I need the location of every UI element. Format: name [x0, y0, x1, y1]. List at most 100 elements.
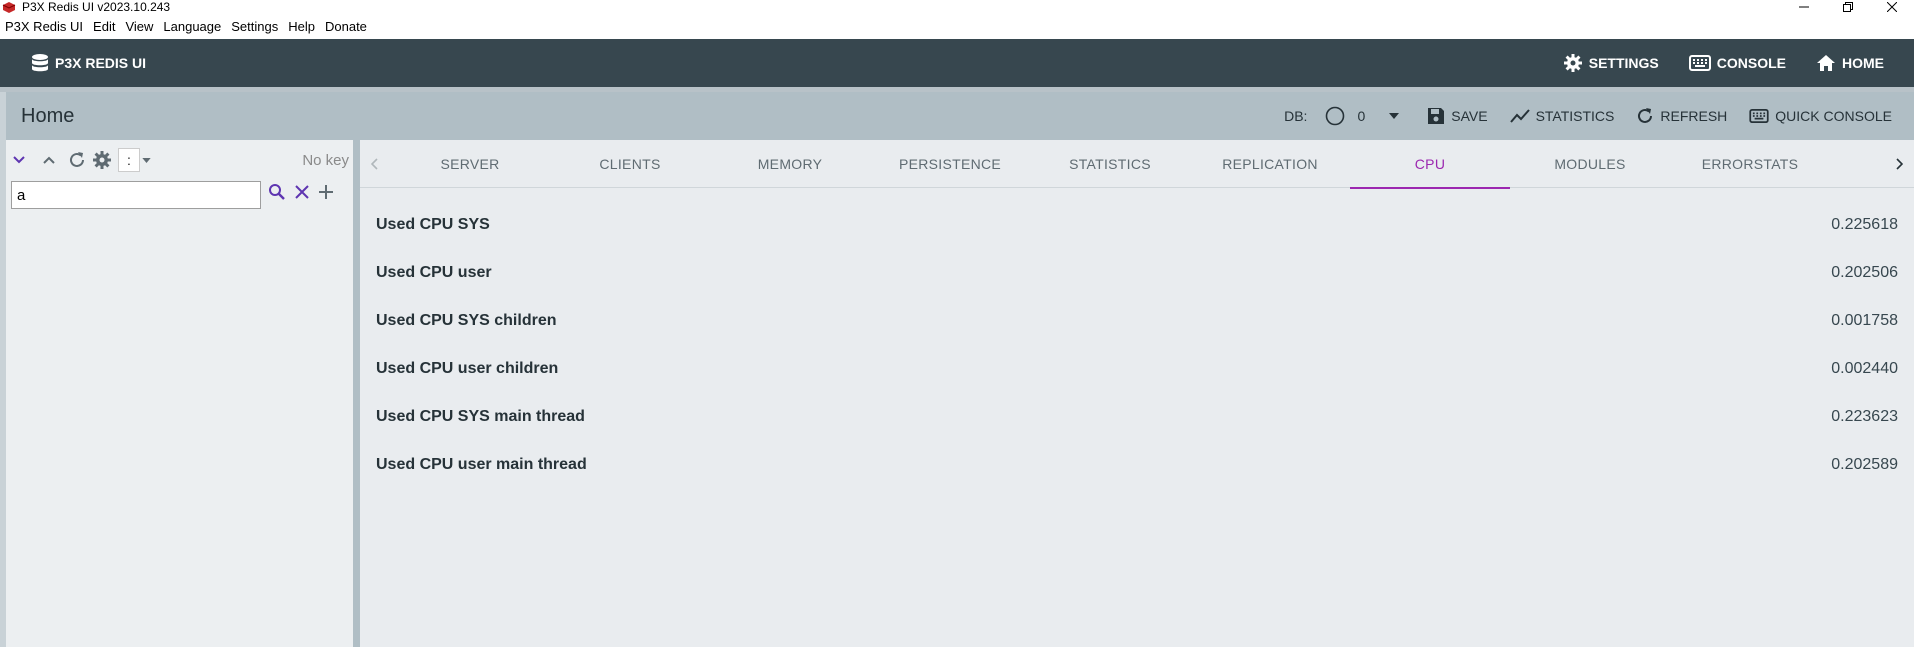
list-item: Used CPU SYS 0.225618: [376, 201, 1898, 249]
info-panel: SERVER CLIENTS MEMORY PERSISTENCE STATIS…: [360, 140, 1914, 647]
keyboard-icon: [1749, 109, 1769, 123]
gear-icon: [93, 151, 111, 169]
search-actions: [268, 183, 342, 201]
cpu-value: 0.202506: [1831, 264, 1898, 281]
close-window-button[interactable]: [1870, 0, 1914, 14]
key-tree-panel: : No key: [6, 140, 353, 647]
home-label: HOME: [1842, 55, 1884, 71]
menu-app[interactable]: P3X Redis UI: [0, 16, 88, 38]
brand[interactable]: P3X REDIS UI: [31, 53, 146, 73]
app-logo-icon: [2, 2, 16, 13]
collapse-all-button[interactable]: [42, 153, 56, 167]
window-titlebar: P3X Redis UI v2023.10.243: [0, 0, 1914, 14]
chart-line-icon: [1509, 109, 1530, 123]
cpu-value: 0.002440: [1831, 360, 1898, 377]
refresh-button[interactable]: REFRESH: [1636, 107, 1727, 125]
cpu-label: Used CPU SYS: [376, 216, 490, 233]
toolbar-actions: SETTINGS CONSOLE HOME: [1563, 39, 1914, 87]
minimize-button[interactable]: [1782, 0, 1826, 14]
clear-search-button[interactable]: [294, 184, 310, 200]
panel-splitter[interactable]: [353, 140, 360, 647]
refresh-label: REFRESH: [1660, 108, 1728, 124]
restore-icon: [1843, 2, 1853, 12]
separator-select[interactable]: :: [118, 148, 140, 172]
keyboard-icon: [1688, 55, 1711, 71]
page-title: Home: [21, 104, 75, 127]
save-icon: [1428, 108, 1445, 124]
add-key-button[interactable]: [318, 184, 334, 200]
window-title: P3X Redis UI v2023.10.243: [22, 0, 171, 14]
expand-all-button[interactable]: [12, 153, 26, 167]
menu-language[interactable]: Language: [158, 16, 226, 38]
window-controls: [1782, 0, 1914, 14]
tree-settings-button[interactable]: [92, 150, 112, 170]
statistics-button[interactable]: STATISTICS: [1509, 108, 1615, 124]
restore-button[interactable]: [1826, 0, 1870, 14]
settings-label: SETTINGS: [1588, 55, 1659, 71]
menu-edit[interactable]: Edit: [88, 16, 120, 38]
db-value: 0: [1357, 108, 1366, 124]
list-item: Used CPU user main thread 0.202589: [376, 441, 1898, 489]
menu-settings[interactable]: Settings: [226, 16, 283, 38]
cpu-label: Used CPU SYS children: [376, 312, 557, 329]
gear-icon: [1563, 54, 1582, 72]
chevron-left-icon: [371, 157, 378, 170]
save-button[interactable]: SAVE: [1427, 107, 1488, 125]
list-item: Used CPU SYS main thread 0.223623: [376, 393, 1898, 441]
cpu-label: Used CPU user: [376, 264, 492, 281]
console-button[interactable]: CONSOLE: [1688, 55, 1786, 71]
tree-toolbar: :: [12, 148, 151, 172]
quick-console-label: QUICK CONSOLE: [1775, 108, 1892, 124]
refresh-tree-button[interactable]: [68, 151, 86, 169]
menu-view[interactable]: View: [120, 16, 158, 38]
cpu-value: 0.223623: [1831, 408, 1898, 425]
search-icon: [269, 184, 285, 200]
cpu-label: Used CPU user main thread: [376, 456, 587, 473]
tab-clients[interactable]: CLIENTS: [550, 140, 710, 188]
brand-label: P3X REDIS UI: [55, 55, 147, 71]
menu-help[interactable]: Help: [283, 16, 320, 38]
tab-server[interactable]: SERVER: [390, 140, 550, 188]
tab-statistics[interactable]: STATISTICS: [1030, 140, 1190, 188]
db-select[interactable]: 0: [1325, 106, 1405, 126]
app-toolbar: P3X REDIS UI SETTINGS CONSOLE HOME: [0, 39, 1914, 87]
page-header: Home DB: 0 SAVE STATISTICS REFRESH QUICK…: [6, 92, 1914, 140]
chevron-right-icon: [1896, 158, 1903, 170]
cpu-label: Used CPU user children: [376, 360, 559, 377]
tab-modules[interactable]: MODULES: [1510, 140, 1670, 188]
dropdown-arrow-icon[interactable]: [142, 157, 151, 163]
plus-icon: [319, 185, 333, 199]
cpu-value: 0.001758: [1831, 312, 1898, 329]
list-item: Used CPU SYS children 0.001758: [376, 297, 1898, 345]
cpu-value: 0.202589: [1831, 456, 1898, 473]
tab-persistence[interactable]: PERSISTENCE: [870, 140, 1030, 188]
tab-replication[interactable]: REPLICATION: [1190, 140, 1350, 188]
minimize-icon: [1799, 6, 1809, 8]
cpu-label: Used CPU SYS main thread: [376, 408, 585, 425]
tab-memory[interactable]: MEMORY: [710, 140, 870, 188]
tabs-scroll-right[interactable]: [1884, 140, 1914, 188]
no-key-text: No key: [302, 152, 349, 169]
settings-button[interactable]: SETTINGS: [1563, 53, 1659, 73]
quick-console-button[interactable]: QUICK CONSOLE: [1749, 108, 1892, 124]
tabs-scroll-left[interactable]: [360, 140, 390, 188]
circle-icon: [1326, 106, 1345, 126]
search-button[interactable]: [268, 183, 286, 201]
close-icon: [295, 185, 309, 199]
list-item: Used CPU user children 0.002440: [376, 345, 1898, 393]
dropdown-arrow-icon: [1389, 113, 1400, 119]
tab-cpu[interactable]: CPU: [1350, 140, 1510, 189]
refresh-icon: [70, 152, 84, 167]
database-icon: [32, 54, 48, 72]
statistics-label: STATISTICS: [1535, 108, 1615, 124]
key-search-input[interactable]: [11, 181, 261, 209]
header-actions: DB: 0 SAVE STATISTICS REFRESH QUICK CONS…: [1284, 92, 1914, 140]
chevron-up-icon: [43, 156, 55, 164]
list-item: Used CPU user 0.202506: [376, 249, 1898, 297]
menu-donate[interactable]: Donate: [320, 16, 372, 38]
info-tabs: SERVER CLIENTS MEMORY PERSISTENCE STATIS…: [360, 140, 1914, 189]
home-button[interactable]: HOME: [1816, 54, 1884, 72]
cpu-info-list: Used CPU SYS 0.225618 Used CPU user 0.20…: [376, 201, 1898, 489]
chevron-down-icon: [13, 156, 25, 164]
tab-errorstats[interactable]: ERRORSTATS: [1670, 140, 1830, 188]
